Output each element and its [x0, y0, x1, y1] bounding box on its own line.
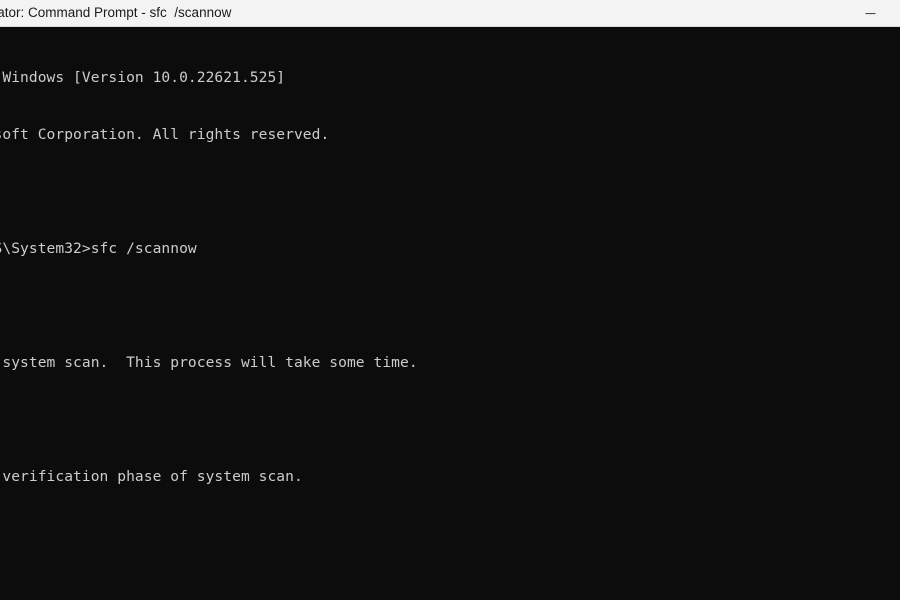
- terminal-line: Beginning system scan. This process will…: [2, 354, 418, 371]
- terminal-screen[interactable]: Microsoft Windows [Version 10.0.22621.52…: [0, 27, 900, 600]
- terminal-line: C:\WINDOWS\System32>sfc /scannow: [0, 240, 197, 257]
- minimize-button[interactable]: [847, 0, 893, 26]
- terminal-line: (c) Microsoft Corporation. All rights re…: [0, 126, 330, 143]
- terminal-line: Microsoft Windows [Version 10.0.22621.52…: [2, 69, 286, 86]
- maximize-button[interactable]: [893, 0, 900, 26]
- window-title: Administrator: Command Prompt - sfc /sca…: [0, 5, 232, 20]
- terminal-output: Microsoft Windows [Version 10.0.22621.52…: [0, 30, 418, 600]
- title-bar[interactable]: Administrator: Command Prompt - sfc /sca…: [0, 0, 900, 27]
- minimize-icon: [865, 8, 876, 19]
- window-controls: [847, 0, 900, 26]
- terminal-line: Beginning verification phase of system s…: [2, 468, 303, 485]
- command-prompt-window: Administrator: Command Prompt - sfc /sca…: [0, 0, 900, 600]
